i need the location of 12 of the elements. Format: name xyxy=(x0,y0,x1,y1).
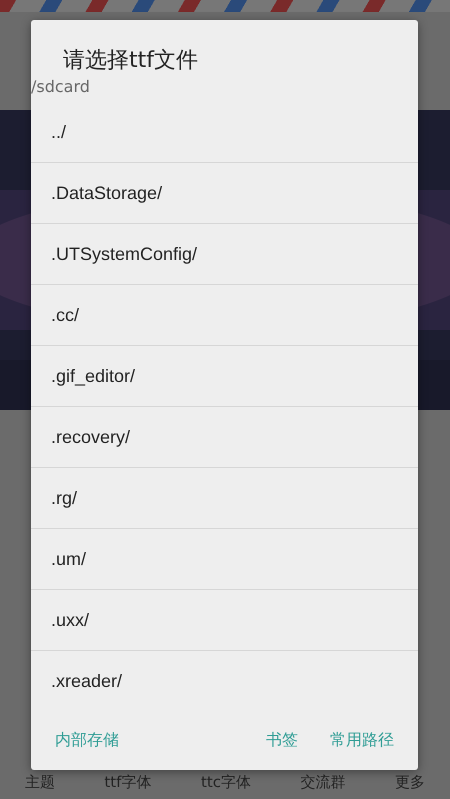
current-path: /sdcard xyxy=(31,76,91,98)
dialog-title: 请选择ttf文件 xyxy=(63,47,199,75)
folder-item[interactable]: .uxx/ xyxy=(31,590,418,651)
folder-item[interactable]: .um/ xyxy=(31,529,418,590)
folder-item[interactable]: .cc/ xyxy=(31,285,418,346)
folder-item[interactable]: .DataStorage/ xyxy=(31,163,418,224)
folder-item[interactable]: .UTSystemConfig/ xyxy=(31,224,418,285)
folder-item[interactable]: .rg/ xyxy=(31,468,418,529)
folder-item[interactable]: ../ xyxy=(31,102,418,163)
folder-item[interactable]: .xreader/ xyxy=(31,651,418,711)
folder-item[interactable]: .recovery/ xyxy=(31,407,418,468)
folder-item[interactable]: .gif_editor/ xyxy=(31,346,418,407)
